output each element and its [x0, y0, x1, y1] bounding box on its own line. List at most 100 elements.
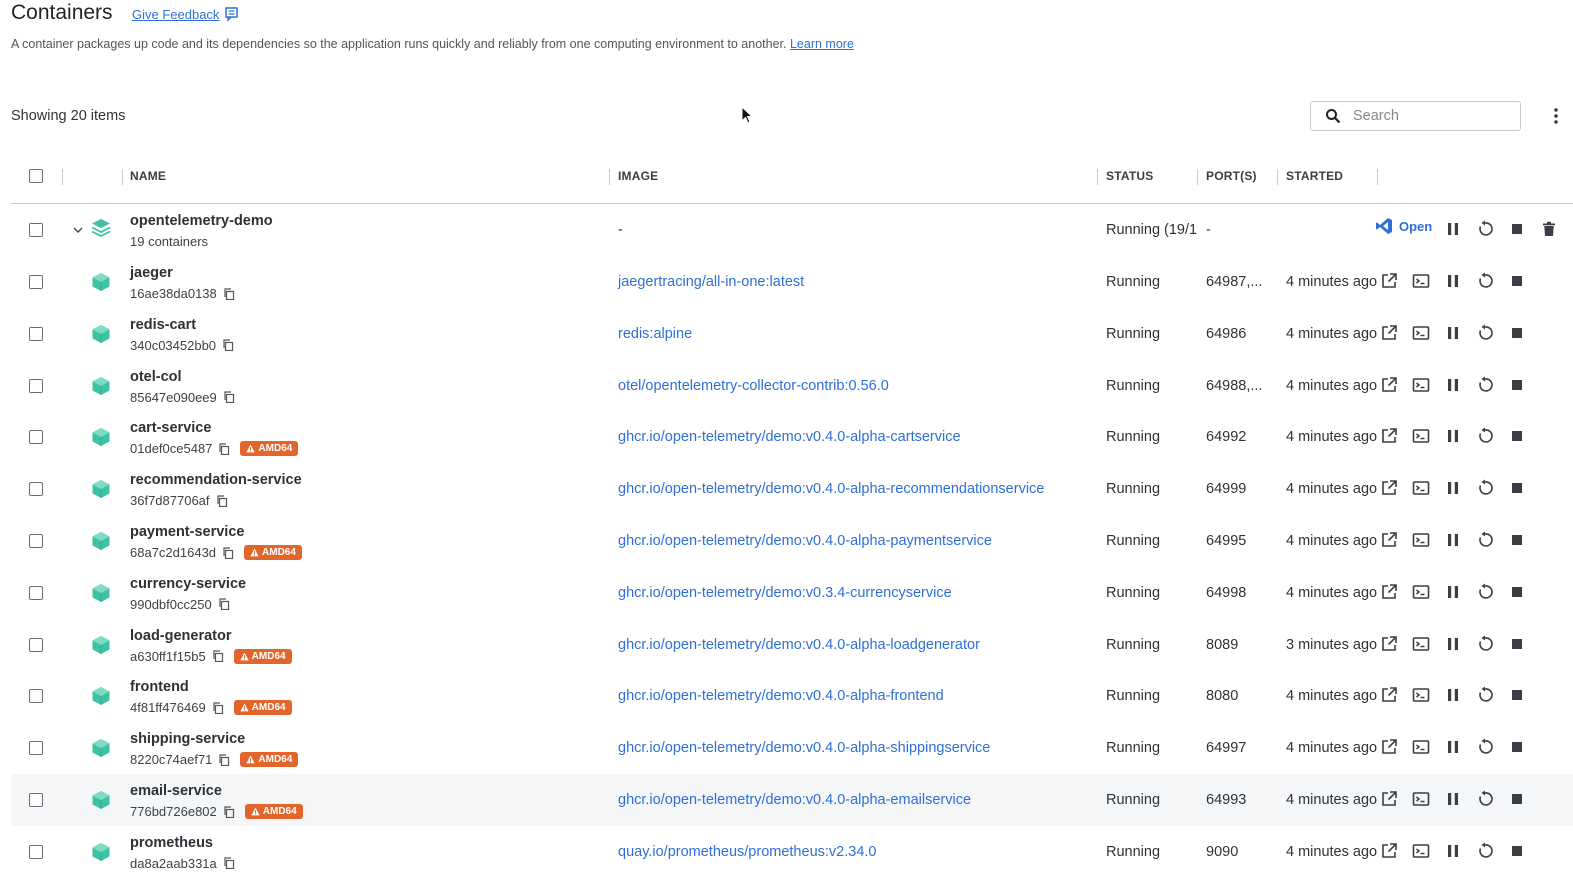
row-checkbox[interactable]: [29, 326, 43, 341]
stop-button[interactable]: [1507, 789, 1527, 809]
open-terminal-button[interactable]: [1411, 323, 1431, 343]
container-name[interactable]: currency-service: [130, 576, 246, 592]
container-row[interactable]: otel-col 85647e090ee9 otel/opentelemetry…: [11, 360, 1573, 412]
image-link[interactable]: quay.io/prometheus/prometheus:v2.34.0: [618, 844, 876, 860]
pause-button[interactable]: [1443, 478, 1463, 498]
select-all-checkbox[interactable]: [29, 169, 43, 183]
pause-button[interactable]: [1443, 634, 1463, 654]
copy-icon[interactable]: [218, 443, 230, 455]
image-link[interactable]: ghcr.io/open-telemetry/demo:v0.4.0-alpha…: [618, 429, 961, 445]
stop-button[interactable]: [1507, 375, 1527, 395]
open-terminal-button[interactable]: [1411, 582, 1431, 602]
restart-button[interactable]: [1475, 685, 1495, 705]
pause-button[interactable]: [1443, 737, 1463, 757]
container-row[interactable]: redis-cart 340c03452bb0 redis:alpine Run…: [11, 308, 1573, 360]
row-checkbox[interactable]: [29, 430, 43, 445]
copy-icon[interactable]: [223, 857, 235, 870]
open-terminal-button[interactable]: [1411, 789, 1431, 809]
row-checkbox[interactable]: [29, 223, 43, 237]
pause-button[interactable]: [1443, 582, 1463, 602]
restart-button[interactable]: [1475, 323, 1495, 343]
container-row[interactable]: cart-service 01def0ce5487 AMD64 ghcr.io/…: [11, 411, 1573, 463]
row-checkbox[interactable]: [29, 637, 43, 652]
container-port[interactable]: 64987,...: [1206, 274, 1262, 290]
copy-icon[interactable]: [222, 339, 234, 352]
container-row[interactable]: currency-service 990dbf0cc250 ghcr.io/op…: [11, 567, 1573, 619]
stop-button[interactable]: [1507, 426, 1527, 446]
row-checkbox[interactable]: [29, 741, 43, 756]
restart-button[interactable]: [1475, 375, 1495, 395]
copy-icon[interactable]: [212, 650, 224, 663]
group-name[interactable]: opentelemetry-demo: [130, 213, 273, 229]
row-checkbox[interactable]: [29, 275, 43, 289]
pause-button[interactable]: [1443, 219, 1463, 239]
row-checkbox[interactable]: [29, 793, 43, 807]
stop-button[interactable]: [1507, 634, 1527, 654]
image-link[interactable]: ghcr.io/open-telemetry/demo:v0.4.0-alpha…: [618, 637, 980, 653]
open-terminal-button[interactable]: [1411, 685, 1431, 705]
open-in-browser-button[interactable]: [1379, 634, 1399, 654]
container-name[interactable]: email-service: [130, 783, 222, 799]
copy-icon[interactable]: [218, 598, 230, 611]
open-terminal-button[interactable]: [1411, 375, 1431, 395]
stop-button[interactable]: [1507, 478, 1527, 498]
image-link[interactable]: ghcr.io/open-telemetry/demo:v0.4.0-alpha…: [618, 533, 992, 549]
container-name[interactable]: recommendation-service: [130, 472, 302, 488]
restart-button[interactable]: [1475, 841, 1495, 861]
pause-button[interactable]: [1443, 789, 1463, 809]
container-row[interactable]: prometheus da8a2aab331a quay.io/promethe…: [11, 826, 1573, 878]
copy-icon[interactable]: [218, 754, 230, 766]
open-in-vscode-button[interactable]: Open: [1375, 217, 1432, 235]
row-checkbox[interactable]: [29, 378, 43, 393]
container-name[interactable]: cart-service: [130, 420, 211, 436]
row-checkbox[interactable]: [29, 585, 43, 600]
pause-button[interactable]: [1443, 426, 1463, 446]
open-in-browser-button[interactable]: [1379, 478, 1399, 498]
open-terminal-button[interactable]: [1411, 737, 1431, 757]
container-port[interactable]: 9090: [1206, 844, 1238, 860]
container-port[interactable]: 64997: [1206, 740, 1246, 756]
row-checkbox[interactable]: [29, 844, 43, 859]
container-name[interactable]: otel-col: [130, 369, 182, 385]
pause-button[interactable]: [1443, 530, 1463, 550]
open-terminal-button[interactable]: [1411, 530, 1431, 550]
copy-icon[interactable]: [216, 495, 228, 507]
restart-button[interactable]: [1475, 426, 1495, 446]
open-in-browser-button[interactable]: [1379, 841, 1399, 861]
image-link[interactable]: ghcr.io/open-telemetry/demo:v0.3.4-curre…: [618, 585, 952, 601]
container-port[interactable]: 64986: [1206, 326, 1246, 342]
container-port[interactable]: 64988,...: [1206, 378, 1262, 394]
image-link[interactable]: otel/opentelemetry-collector-contrib:0.5…: [618, 378, 889, 394]
container-row[interactable]: frontend 4f81ff476469 AMD64 ghcr.io/open…: [11, 670, 1573, 722]
row-checkbox[interactable]: [29, 534, 43, 548]
copy-icon[interactable]: [212, 702, 224, 714]
open-in-browser-button[interactable]: [1379, 685, 1399, 705]
open-in-browser-button[interactable]: [1379, 789, 1399, 809]
column-started[interactable]: STARTED: [1286, 169, 1343, 183]
open-in-browser-button[interactable]: [1379, 530, 1399, 550]
open-terminal-button[interactable]: [1411, 426, 1431, 446]
image-link[interactable]: ghcr.io/open-telemetry/demo:v0.4.0-alpha…: [618, 688, 944, 704]
container-row[interactable]: payment-service 68a7c2d1643d AMD64 ghcr.…: [11, 515, 1573, 567]
restart-button[interactable]: [1475, 478, 1495, 498]
open-in-browser-button[interactable]: [1379, 737, 1399, 757]
container-port[interactable]: 64999: [1206, 481, 1246, 497]
stop-button[interactable]: [1507, 582, 1527, 602]
chevron-down-icon[interactable]: [73, 226, 83, 234]
row-checkbox[interactable]: [29, 689, 43, 704]
search-box[interactable]: [1310, 101, 1521, 131]
pause-button[interactable]: [1443, 685, 1463, 705]
stop-button[interactable]: [1507, 737, 1527, 757]
container-name[interactable]: prometheus: [130, 835, 213, 851]
open-terminal-button[interactable]: [1411, 634, 1431, 654]
restart-button[interactable]: [1475, 219, 1495, 239]
column-status[interactable]: STATUS: [1106, 169, 1153, 183]
copy-icon[interactable]: [223, 287, 235, 300]
stop-button[interactable]: [1507, 530, 1527, 550]
column-name[interactable]: NAME: [130, 169, 166, 183]
image-link[interactable]: ghcr.io/open-telemetry/demo:v0.4.0-alpha…: [618, 740, 990, 756]
container-port[interactable]: 64992: [1206, 429, 1246, 445]
container-port[interactable]: 8089: [1206, 637, 1238, 653]
open-in-browser-button[interactable]: [1379, 426, 1399, 446]
restart-button[interactable]: [1475, 789, 1495, 809]
